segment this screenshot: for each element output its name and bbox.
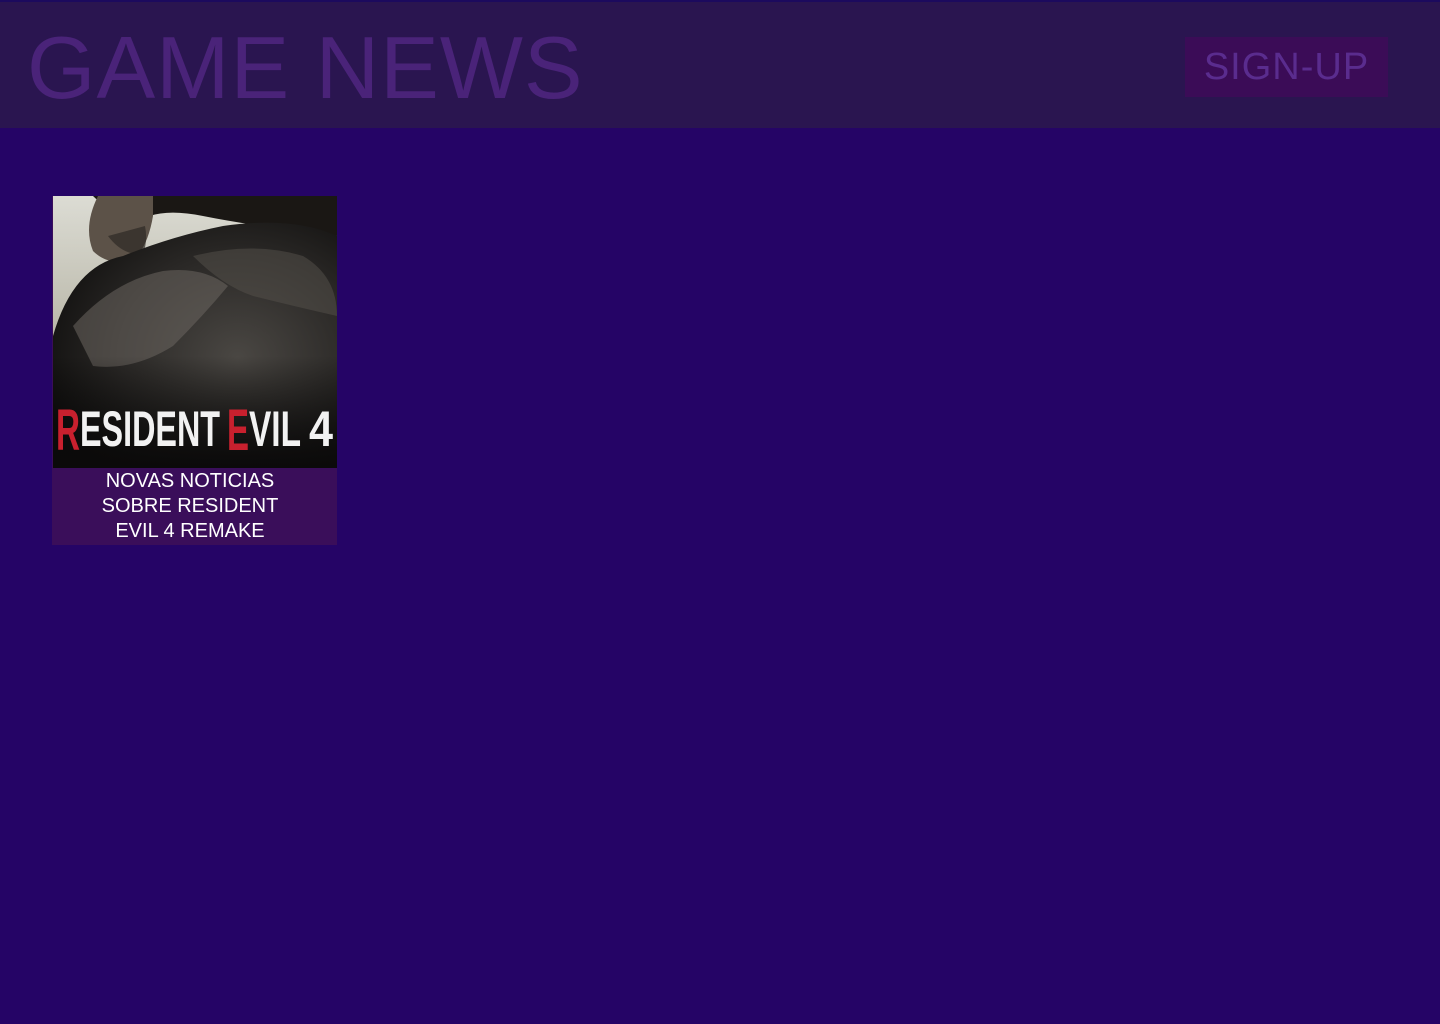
- svg-text:R: R: [56, 398, 80, 463]
- news-card-caption[interactable]: NOVAS NOTICIAS SOBRE RESIDENT EVIL 4 REM…: [52, 468, 328, 545]
- svg-text:4: 4: [309, 401, 333, 457]
- news-card[interactable]: R ESIDENT E VIL 4 NOVAS NOTICIAS SOBRE R…: [52, 196, 337, 545]
- svg-text:ESIDENT: ESIDENT: [80, 401, 220, 457]
- svg-text:E: E: [227, 398, 249, 463]
- news-card-cover-image: R ESIDENT E VIL 4: [53, 196, 337, 468]
- site-header: GAME NEWS SIGN-UP: [0, 2, 1440, 128]
- signup-button[interactable]: SIGN-UP: [1185, 37, 1388, 97]
- site-logo-title[interactable]: GAME NEWS: [27, 20, 584, 116]
- svg-text:VIL: VIL: [249, 401, 301, 457]
